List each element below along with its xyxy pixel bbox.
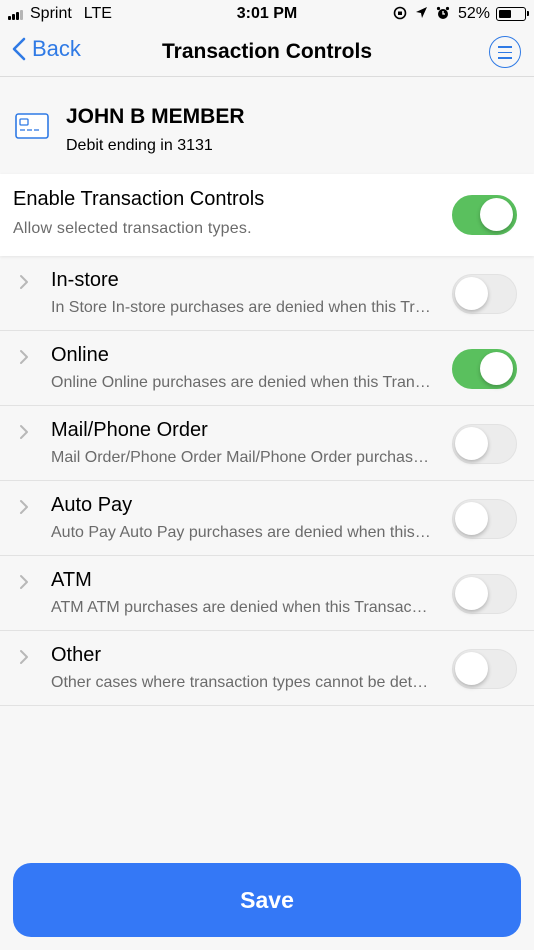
toggle-knob <box>480 198 513 231</box>
toggle-knob <box>455 577 488 610</box>
toggle-knob <box>455 652 488 685</box>
control-description: ATM ATM purchases are denied when this T… <box>51 599 431 616</box>
chevron-right-icon <box>20 350 28 364</box>
card-header: JOHN B MEMBER Debit ending in 3131 <box>0 77 534 174</box>
control-title: Mail/Phone Order <box>51 419 208 441</box>
enable-title: Enable Transaction Controls <box>13 188 265 210</box>
toggle-knob <box>455 277 488 310</box>
enable-toggle[interactable] <box>452 195 517 235</box>
control-title: Other <box>51 644 102 666</box>
auto-pay-toggle[interactable] <box>452 499 517 539</box>
control-description: Auto Pay Auto Pay purchases are denied w… <box>51 524 431 541</box>
navigation-bar: Back Transaction Controls <box>0 28 534 77</box>
atm-toggle[interactable] <box>452 574 517 614</box>
page-title: Transaction Controls <box>161 40 373 63</box>
status-right: 52% <box>393 5 529 23</box>
control-description: Online Online purchases are denied when … <box>51 374 431 391</box>
control-title: ATM <box>51 569 92 591</box>
control-description: Other cases where transaction types cann… <box>51 674 431 691</box>
control-row-in-store[interactable]: In-store In Store In-store purchases are… <box>0 256 534 331</box>
menu-icon <box>498 46 512 48</box>
debit-card-icon <box>15 113 49 144</box>
battery-icon <box>496 7 529 21</box>
orientation-lock-icon <box>393 6 407 23</box>
location-icon <box>415 6 428 22</box>
control-description: Mail Order/Phone Order Mail/Phone Order … <box>51 449 431 466</box>
control-row-mail-phone-order[interactable]: Mail/Phone Order Mail Order/Phone Order … <box>0 406 534 481</box>
other-toggle[interactable] <box>452 649 517 689</box>
mail-phone-order-toggle[interactable] <box>452 424 517 464</box>
card-subtitle: Debit ending in 3131 <box>66 137 213 154</box>
control-title: Online <box>51 344 109 366</box>
control-row-atm[interactable]: ATM ATM ATM purchases are denied when th… <box>0 556 534 631</box>
control-description: In Store In-store purchases are denied w… <box>51 299 431 316</box>
chevron-right-icon <box>20 500 28 514</box>
chevron-right-icon <box>20 275 28 289</box>
control-title: In-store <box>51 269 119 291</box>
chevron-right-icon <box>20 575 28 589</box>
toggle-knob <box>455 502 488 535</box>
battery-percent: 52% <box>457 5 490 22</box>
control-row-auto-pay[interactable]: Auto Pay Auto Pay Auto Pay purchases are… <box>0 481 534 556</box>
toggle-knob <box>480 352 513 385</box>
alarm-icon <box>436 6 450 23</box>
control-row-other[interactable]: Other Other cases where transaction type… <box>0 631 534 706</box>
chevron-right-icon <box>20 425 28 439</box>
toggle-knob <box>455 427 488 460</box>
status-bar: Sprint LTE 3:01 PM 52% <box>0 0 534 28</box>
in-store-toggle[interactable] <box>452 274 517 314</box>
menu-button[interactable] <box>489 36 521 68</box>
online-toggle[interactable] <box>452 349 517 389</box>
save-button[interactable]: Save <box>13 863 521 937</box>
control-title: Auto Pay <box>51 494 133 516</box>
transaction-controls-list: In-store In Store In-store purchases are… <box>0 256 534 706</box>
chevron-right-icon <box>20 650 28 664</box>
control-row-online[interactable]: Online Online Online purchases are denie… <box>0 331 534 406</box>
card-holder-name: JOHN B MEMBER <box>66 105 245 128</box>
enable-description: Allow selected transaction types. <box>13 220 252 237</box>
enable-transaction-controls: Enable Transaction Controls Allow select… <box>0 174 534 256</box>
